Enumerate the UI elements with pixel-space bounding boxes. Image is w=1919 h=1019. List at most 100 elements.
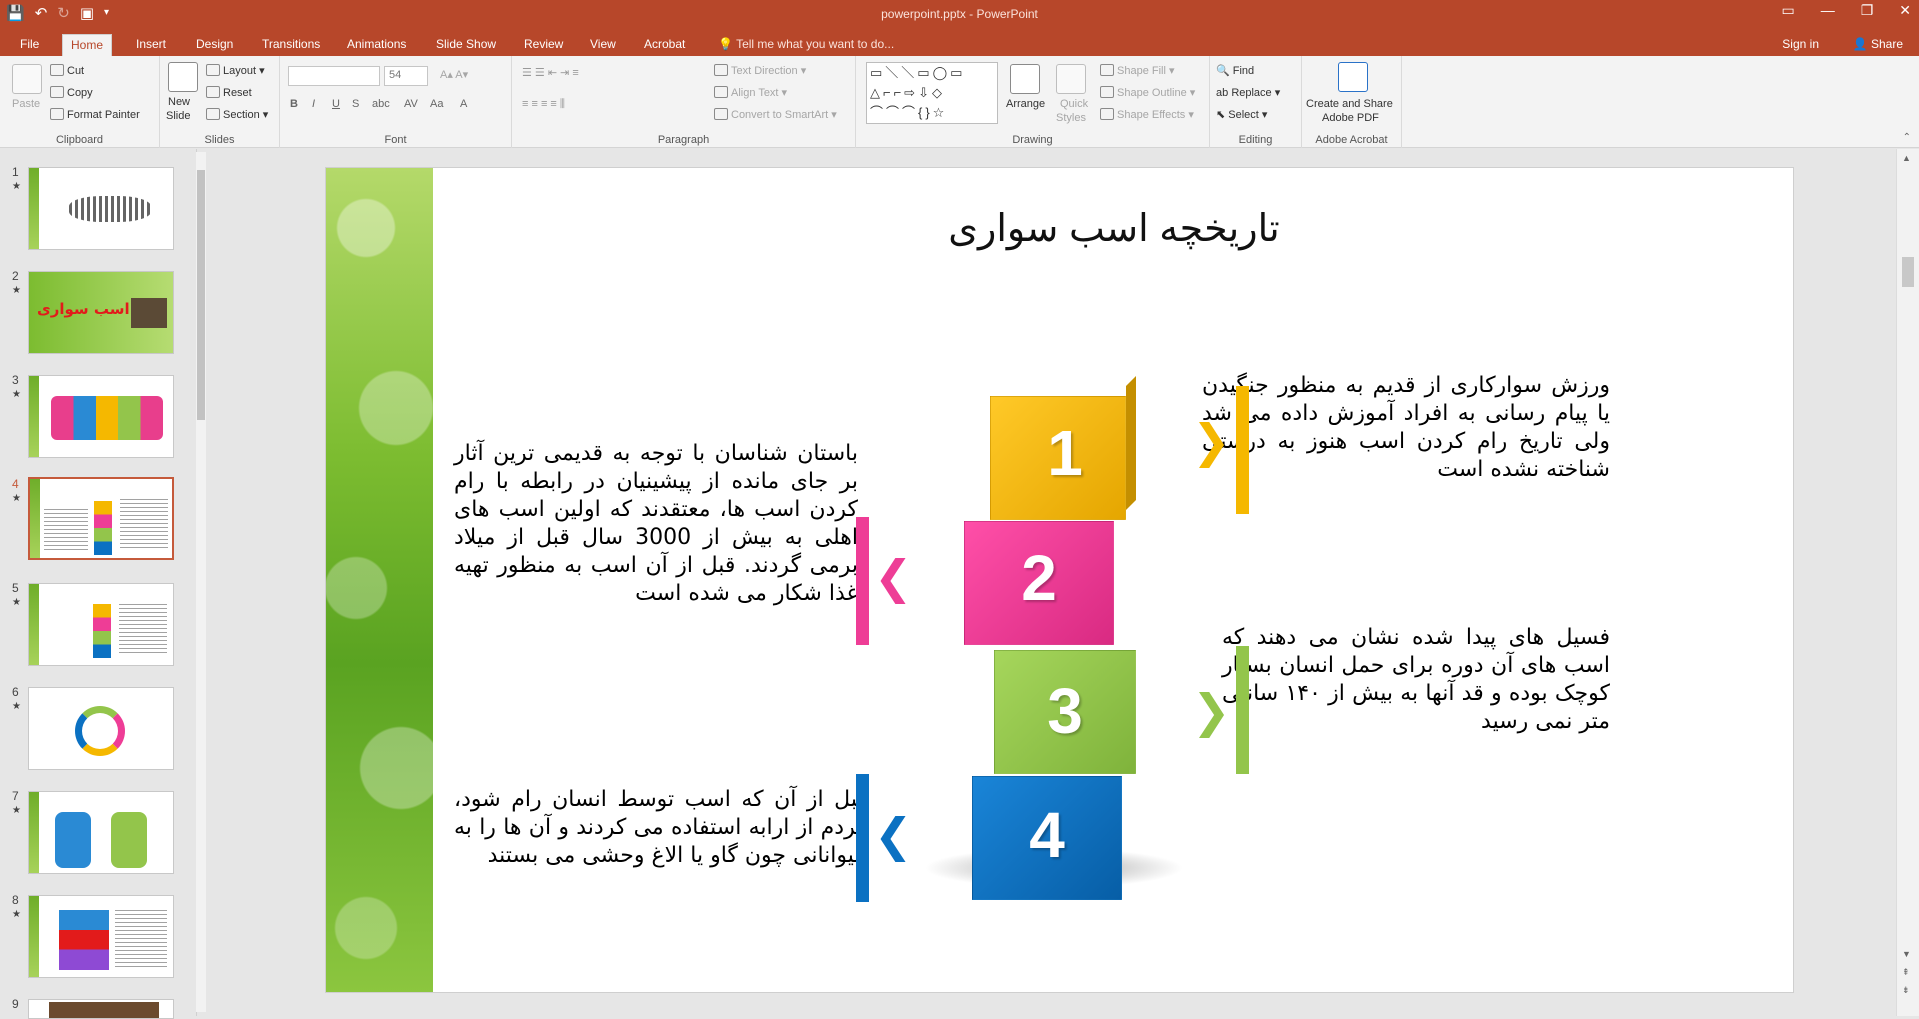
align-icons[interactable]: ≡ ≡ ≡ ≡ ⫼ bbox=[522, 98, 565, 111]
slide-thumb-1[interactable] bbox=[28, 167, 174, 250]
section-button[interactable]: Section ▾ bbox=[206, 108, 268, 121]
drawing-label: Drawing bbox=[1012, 134, 1053, 146]
tab-file[interactable]: File bbox=[12, 34, 47, 56]
slide-scrollbar[interactable]: ▲ ▼ ⇞ ⇟ bbox=[1896, 149, 1919, 1016]
tab-home[interactable]: Home bbox=[62, 34, 113, 56]
replace-button[interactable]: ab Replace ▾ bbox=[1216, 86, 1280, 99]
thumbnail-scroll-thumb[interactable] bbox=[197, 170, 205, 420]
previous-slide-icon[interactable]: ⇞ bbox=[1902, 967, 1910, 978]
arrange-icon[interactable] bbox=[1010, 64, 1040, 94]
slide-thumb-3[interactable] bbox=[28, 375, 174, 458]
scroll-up-icon[interactable]: ▲ bbox=[1902, 153, 1911, 163]
tab-design[interactable]: Design bbox=[188, 34, 241, 56]
cut-label: Cut bbox=[67, 65, 85, 77]
arrange-button[interactable]: Arrange bbox=[1006, 98, 1045, 110]
thumbnail-scrollbar[interactable] bbox=[196, 152, 206, 1012]
chevron-left-icon: ❮ bbox=[874, 551, 913, 603]
slide-title[interactable]: تاریخچه اسب سواری bbox=[433, 206, 1793, 251]
italic-icon[interactable]: I bbox=[312, 98, 315, 110]
underline-icon[interactable]: U bbox=[332, 98, 340, 110]
layout-button[interactable]: Layout ▾ bbox=[206, 64, 265, 77]
thumb-band bbox=[30, 479, 40, 558]
cube-4[interactable]: 4 bbox=[972, 772, 1132, 906]
people-graphic bbox=[51, 396, 163, 440]
create-pdf-button-2[interactable]: Adobe PDF bbox=[1322, 112, 1379, 124]
format-painter-button[interactable]: Format Painter bbox=[50, 108, 140, 121]
lightbulb-icon: 💡 bbox=[718, 37, 733, 51]
person-icon: 👤 bbox=[1852, 37, 1868, 51]
strikethrough-icon[interactable]: abc bbox=[372, 98, 390, 110]
restore-icon[interactable]: ❐ bbox=[1861, 2, 1874, 19]
cut-button[interactable]: Cut bbox=[50, 64, 84, 77]
slide-thumb-5[interactable] bbox=[28, 583, 174, 666]
font-size-combo[interactable]: 54 bbox=[384, 66, 428, 86]
shape-fill-button[interactable]: Shape Fill ▾ bbox=[1100, 64, 1175, 77]
quick-styles-button-2[interactable]: Styles bbox=[1056, 112, 1086, 124]
shape-fill-label: Shape Fill bbox=[1117, 65, 1166, 77]
new-slide-button[interactable]: New bbox=[168, 96, 190, 108]
text-block-2[interactable]: باستان شناسان با توجه به قدیمی ترین آثار… bbox=[454, 440, 858, 608]
tab-transitions[interactable]: Transitions bbox=[254, 34, 328, 56]
text-block-3[interactable]: فسیل های پیدا شده نشان می دهند که اسب ها… bbox=[1222, 624, 1610, 736]
slide-scroll-thumb[interactable] bbox=[1902, 257, 1914, 287]
tab-view[interactable]: View bbox=[582, 34, 624, 56]
share-button[interactable]: 👤 Share bbox=[1853, 37, 1903, 51]
tab-insert[interactable]: Insert bbox=[128, 34, 174, 56]
slide-thumb-4-selected[interactable] bbox=[28, 477, 174, 560]
slide-thumb-2[interactable]: اسب سواری bbox=[28, 271, 174, 354]
slide-canvas[interactable]: تاریخچه اسب سواری ورزش سوارکاری از قدیم … bbox=[325, 167, 1794, 993]
cubes-mini bbox=[94, 501, 112, 555]
figures-mini bbox=[111, 812, 147, 868]
slide-thumb-8[interactable] bbox=[28, 895, 174, 978]
shape-effects-button[interactable]: Shape Effects ▾ bbox=[1100, 108, 1194, 121]
tab-animations[interactable]: Animations bbox=[339, 34, 414, 56]
shape-outline-button[interactable]: Shape Outline ▾ bbox=[1100, 86, 1195, 99]
create-pdf-button[interactable]: Create and Share bbox=[1306, 98, 1393, 110]
select-button[interactable]: ⬉ Select ▾ bbox=[1216, 108, 1267, 121]
close-icon[interactable]: ✕ bbox=[1899, 2, 1911, 19]
cube-3[interactable]: 3 bbox=[994, 644, 1144, 778]
shapes-gallery[interactable]: ▭＼＼▭◯▭ △⌐⌐⇨⇩◇ ⌒⌒⌒{}☆ bbox=[866, 62, 998, 124]
paste-icon[interactable] bbox=[12, 64, 42, 94]
collapse-ribbon-icon[interactable]: ⌃ bbox=[1903, 132, 1911, 143]
pdf-icon[interactable] bbox=[1338, 62, 1368, 92]
slide-thumb-9[interactable] bbox=[28, 999, 174, 1019]
scroll-down-icon[interactable]: ▼ bbox=[1902, 949, 1911, 959]
align-text-button[interactable]: Align Text ▾ bbox=[714, 86, 787, 99]
shadow-icon[interactable]: S bbox=[352, 98, 359, 110]
tell-me-input[interactable]: 💡 Tell me what you want to do... bbox=[718, 37, 894, 51]
thumb-band bbox=[29, 584, 39, 665]
shape-effects-label: Shape Effects bbox=[1117, 109, 1186, 121]
paste-button[interactable]: Paste bbox=[12, 98, 40, 110]
new-slide-icon[interactable] bbox=[168, 62, 198, 92]
text-direction-button[interactable]: Text Direction ▾ bbox=[714, 64, 806, 77]
bold-icon[interactable]: B bbox=[290, 98, 298, 110]
text-block-4[interactable]: قبل از آن که اسب توسط انسان رام شود، مرد… bbox=[454, 786, 868, 870]
quick-styles-button[interactable]: Quick bbox=[1060, 98, 1088, 110]
quick-styles-icon[interactable] bbox=[1056, 64, 1086, 94]
text-block-1[interactable]: ورزش سوارکاری از قدیم به منظور جنگیدن یا… bbox=[1202, 372, 1610, 484]
change-case-icon[interactable]: Aa bbox=[430, 98, 443, 110]
next-slide-icon[interactable]: ⇟ bbox=[1902, 985, 1910, 996]
new-slide-button-2[interactable]: Slide bbox=[166, 110, 190, 122]
font-name-combo[interactable] bbox=[288, 66, 380, 86]
cube-2[interactable]: 2 bbox=[964, 515, 1124, 649]
font-color-icon[interactable]: A bbox=[460, 98, 467, 110]
bullets-icon[interactable]: ☰ ☰ ⇤ ⇥ ≡ bbox=[522, 66, 579, 79]
find-button[interactable]: 🔍 Find bbox=[1216, 64, 1254, 77]
reset-button[interactable]: Reset bbox=[206, 86, 252, 99]
minimize-icon[interactable]: — bbox=[1821, 2, 1835, 19]
tab-acrobat[interactable]: Acrobat bbox=[636, 34, 693, 56]
smartart-button[interactable]: Convert to SmartArt ▾ bbox=[714, 108, 837, 121]
char-spacing-icon[interactable]: AV bbox=[404, 98, 418, 110]
copy-button[interactable]: Copy bbox=[50, 86, 93, 99]
grow-font-icon[interactable]: A▴ A▾ bbox=[440, 68, 468, 81]
thumb-animation-star-icon: ★ bbox=[12, 493, 21, 504]
tab-slide-show[interactable]: Slide Show bbox=[428, 34, 504, 56]
ribbon-display-icon[interactable]: ▭ bbox=[1781, 2, 1794, 19]
tab-review[interactable]: Review bbox=[516, 34, 571, 56]
cube-1[interactable]: 1 bbox=[990, 376, 1140, 520]
slide-thumb-7[interactable] bbox=[28, 791, 174, 874]
slide-thumb-6[interactable] bbox=[28, 687, 174, 770]
sign-in-link[interactable]: Sign in bbox=[1782, 37, 1819, 51]
